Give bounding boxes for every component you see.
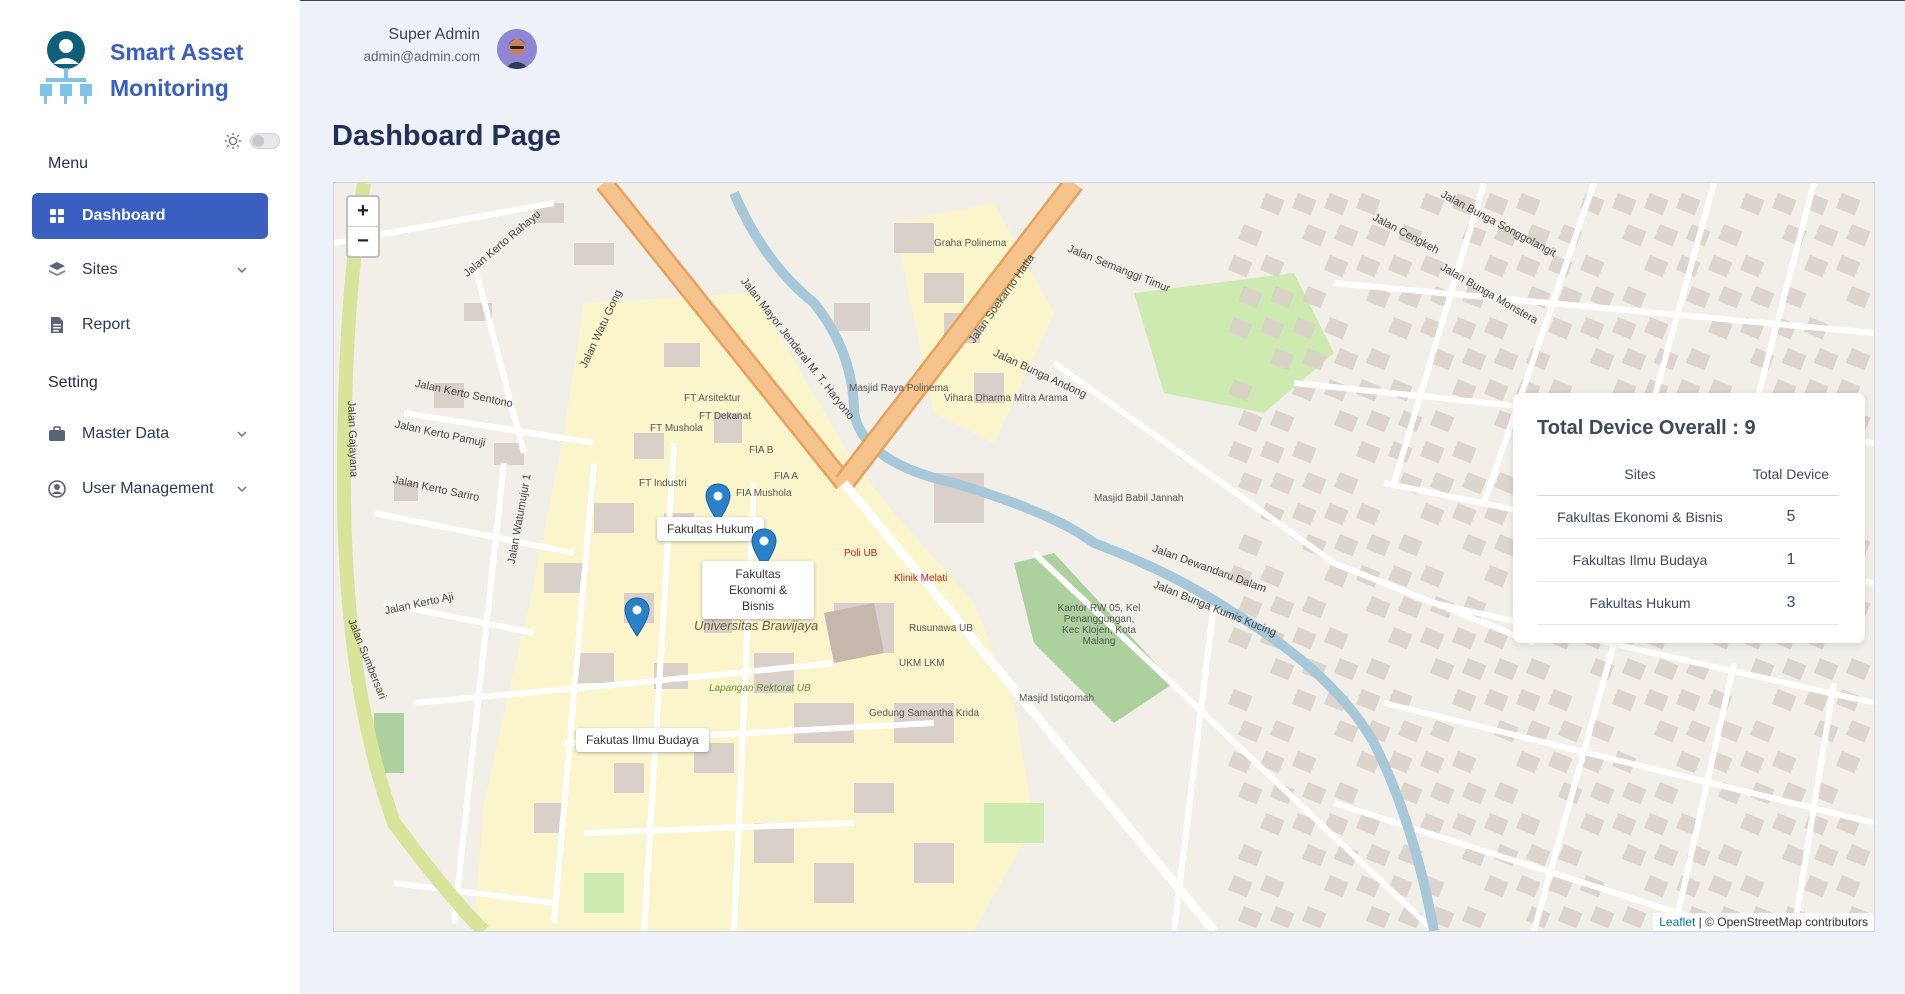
briefcase-icon [48,425,66,443]
place-label: FIA Mushola [736,488,792,499]
brand-title: Smart Asset Monitoring [110,39,244,101]
chevron-down-icon [237,431,247,438]
device-table: Sites Total Device Fakultas Ekonomi & Bi… [1537,453,1839,625]
device-summary-card: Total Device Overall : 9 Sites Total Dev… [1513,393,1865,643]
user-name: Super Admin [388,26,480,43]
document-icon [48,316,66,334]
sidebar-item-label: User Management [82,480,214,497]
sidebar-item-label: Sites [82,261,118,278]
column-header-total-device: Total Device [1742,453,1839,496]
site-cell: Fakultas Ilmu Budaya [1537,538,1743,582]
sidebar-item-report[interactable]: Report [32,302,268,348]
total-cell: 3 [1742,581,1839,625]
grid-icon [48,207,66,225]
place-label: FT Dekanat [699,411,752,422]
card-title: Total Device Overall : 9 [1537,417,1756,439]
table-row: Fakultas Hukum 3 [1537,581,1839,625]
chevron-down-icon [237,486,247,493]
place-label: FT Mushola [650,423,703,434]
place-label: Rusunawa UB [909,623,973,634]
sidebar-item-master-data[interactable]: Master Data [32,411,268,457]
table-row: Fakultas Ekonomi & Bisnis 5 [1537,495,1839,539]
user-circle-icon [48,480,66,498]
leaflet-link[interactable]: Leaflet [1659,915,1695,929]
theme-toggle[interactable] [224,132,280,150]
sun-icon [224,132,242,150]
place-label: UKM LKM [899,658,945,669]
place-label: Klinik Melati [894,573,948,584]
map-marker-icon[interactable] [624,597,650,637]
sidebar-item-label: Master Data [82,425,170,442]
sidebar-item-dashboard[interactable]: Dashboard [32,193,268,239]
menu-section-label: Menu [48,155,89,172]
logo-icon [38,30,100,106]
zoom-out-button[interactable]: − [348,227,378,256]
place-label: FT Arsitektur [684,393,741,404]
marker-tooltip: Fakultas Ekonomi & Bisnis [702,561,814,619]
avatar[interactable] [497,29,537,69]
place-label: FIA B [749,445,774,456]
place-label: Universitas Brawijaya [694,618,819,633]
place-label: Graha Polinema [934,238,1007,249]
sidebar: Smart Asset Monitoring Menu Dashboard Si… [0,0,300,994]
sidebar-item-label: Dashboard [82,207,166,224]
total-cell: 5 [1742,495,1839,539]
column-header-sites: Sites [1537,453,1743,496]
sidebar-item-user-management[interactable]: User Management [32,466,268,512]
layers-icon [48,261,66,279]
marker-tooltip: Fakutas Ilmu Budaya [576,728,709,752]
place-label: Masjid Babil Jannah [1094,493,1184,504]
chevron-down-icon [237,267,247,274]
zoom-in-button[interactable]: + [348,197,378,227]
place-label: FT Industri [639,478,687,489]
dark-mode-switch[interactable] [250,133,280,149]
place-label: Lapangan Rektorat UB [709,683,811,694]
table-row: Fakultas Ilmu Budaya 1 [1537,538,1839,582]
total-cell: 1 [1742,538,1839,582]
place-label: Poli UB [844,548,878,559]
page-title: Dashboard Page [332,120,561,152]
place-label: Vihara Dharma Mitra Arama [944,393,1068,404]
zoom-control: + − [346,195,380,258]
place-label: Kantor RW 05, Kel Penanggungan, Kec Kloj… [1057,603,1141,647]
sidebar-item-sites[interactable]: Sites [32,247,268,293]
user-email: admin@admin.com [363,49,481,64]
setting-section-label: Setting [48,374,98,391]
sidebar-item-label: Report [82,316,131,333]
marker-tooltip: Fakultas Hukum [657,517,764,541]
map-attribution: Leaflet | © OpenStreetMap contributors [1653,913,1874,931]
site-cell: Fakultas Ekonomi & Bisnis [1537,495,1743,539]
place-label: Masjid Istiqomah [1019,693,1095,704]
place-label: Gedung Samantha Krida [869,708,980,719]
place-label: Masjid Raya Polinema [849,383,949,394]
place-label: FIA A [774,471,798,482]
site-cell: Fakultas Hukum [1537,581,1743,625]
